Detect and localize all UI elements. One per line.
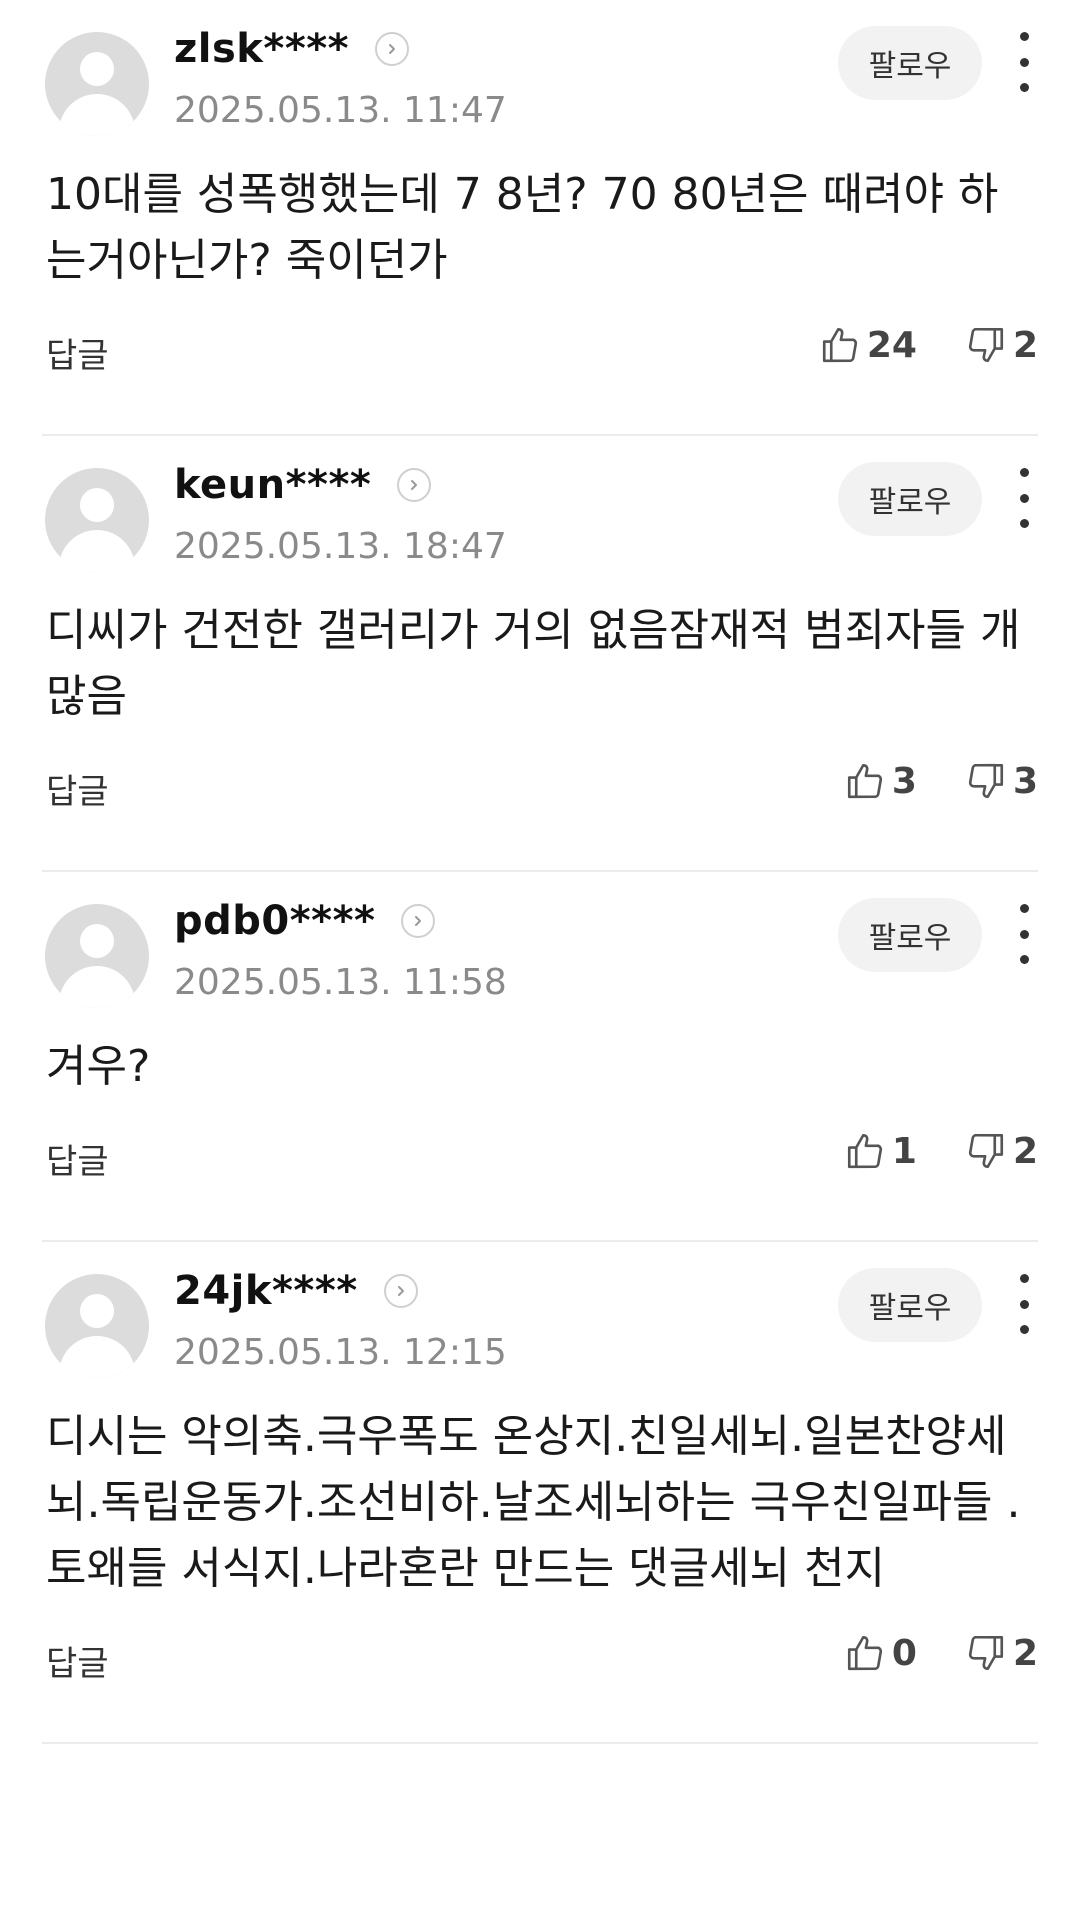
avatar-head-shape <box>80 924 114 958</box>
vote-group: 3 3 <box>796 760 1038 802</box>
like-button[interactable]: 24 <box>819 324 917 366</box>
avatar[interactable] <box>45 32 149 136</box>
avatar-body-shape <box>59 966 135 1008</box>
comment-text: 디씨가 건전한 갤러리가 거의 없음잠재적 범죄자들 개많음 <box>46 605 1021 722</box>
thumbs-up-icon <box>847 1635 882 1671</box>
comment-footer: 답글 3 3 <box>42 730 1038 870</box>
vote-group: 0 2 <box>796 1632 1038 1674</box>
comment-header: pdb0**** 2025.05.13. 11:58 팔로우 <box>42 872 1038 1022</box>
comment-text: 디시는 악의축.극우폭도 온상지.친일세뇌.일본찬양세뇌.독립운동가.조선비하.… <box>46 1411 1021 1594</box>
thumbs-up-icon <box>822 327 857 363</box>
chevron-right-icon[interactable] <box>397 468 432 502</box>
avatar-body-shape <box>59 530 135 572</box>
dislike-button[interactable]: 2 <box>965 324 1038 366</box>
like-button[interactable]: 1 <box>844 1130 917 1172</box>
comment-header: keun**** 2025.05.13. 18:47 팔로우 <box>42 436 1038 586</box>
avatar-head-shape <box>80 52 114 86</box>
comment-item: pdb0**** 2025.05.13. 11:58 팔로우 겨우? 답글 1 <box>42 872 1038 1242</box>
avatar-head-shape <box>80 488 114 522</box>
reply-button[interactable]: 답글 <box>46 1636 109 1685</box>
thumbs-up-icon <box>847 763 882 799</box>
like-count: 24 <box>866 324 917 366</box>
follow-button[interactable]: 팔로우 <box>838 462 982 536</box>
reply-button[interactable]: 답글 <box>46 1134 109 1183</box>
avatar[interactable] <box>45 1274 149 1378</box>
comment-text: 겨우? <box>46 1041 151 1092</box>
chevron-right-icon[interactable] <box>383 1274 418 1308</box>
comment-item: keun**** 2025.05.13. 18:47 팔로우 디씨가 건전한 갤… <box>42 436 1038 872</box>
comment-footer: 답글 1 2 <box>42 1100 1038 1240</box>
avatar-head-shape <box>80 1294 114 1328</box>
nickname[interactable]: keun**** <box>174 462 371 508</box>
comment-date: 2025.05.13. 12:15 <box>174 1332 507 1373</box>
comment-date: 2025.05.13. 11:47 <box>174 90 507 131</box>
dislike-count: 2 <box>1012 1632 1038 1674</box>
thumbs-down-icon <box>968 1635 1003 1671</box>
comment-footer: 답글 24 2 <box>42 294 1038 434</box>
thumbs-down-icon <box>968 327 1003 363</box>
reply-button[interactable]: 답글 <box>46 764 109 813</box>
nickname[interactable]: pdb0**** <box>174 898 375 944</box>
more-options-icon[interactable] <box>1010 468 1038 528</box>
like-count: 0 <box>891 1632 917 1674</box>
comment-header: zlsk**** 2025.05.13. 11:47 팔로우 <box>42 0 1038 150</box>
nickname[interactable]: zlsk**** <box>174 26 349 72</box>
dislike-button[interactable]: 2 <box>965 1632 1038 1674</box>
comment-header: 24jk**** 2025.05.13. 12:15 팔로우 <box>42 1242 1038 1392</box>
more-options-icon[interactable] <box>1010 904 1038 964</box>
dislike-count: 2 <box>1012 324 1038 366</box>
comment-date: 2025.05.13. 18:47 <box>174 526 507 567</box>
reply-button[interactable]: 답글 <box>46 328 109 377</box>
like-count: 1 <box>891 1130 917 1172</box>
follow-button[interactable]: 팔로우 <box>838 898 982 972</box>
nickname-row: zlsk**** <box>174 24 410 74</box>
chevron-right-icon[interactable] <box>401 904 436 938</box>
avatar[interactable] <box>45 904 149 1008</box>
vote-group: 24 2 <box>771 324 1038 366</box>
dislike-count: 2 <box>1012 1130 1038 1172</box>
chevron-right-icon[interactable] <box>375 32 410 66</box>
comment-item: 24jk**** 2025.05.13. 12:15 팔로우 디시는 악의축.극… <box>42 1242 1038 1744</box>
comment-footer: 답글 0 2 <box>42 1602 1038 1742</box>
more-options-icon[interactable] <box>1010 1274 1038 1334</box>
follow-button[interactable]: 팔로우 <box>838 1268 982 1342</box>
nickname-row: pdb0**** <box>174 896 436 946</box>
avatar-body-shape <box>59 1336 135 1378</box>
dislike-button[interactable]: 3 <box>965 760 1038 802</box>
dislike-count: 3 <box>1012 760 1038 802</box>
more-options-icon[interactable] <box>1010 32 1038 92</box>
comment-text: 10대를 성폭행했는데 7 8년? 70 80년은 때려야 하는거아닌가? 죽이… <box>46 169 999 286</box>
thumbs-down-icon <box>968 763 1003 799</box>
nickname-row: 24jk**** <box>174 1266 418 1316</box>
comment-item: zlsk**** 2025.05.13. 11:47 팔로우 10대를 성폭행했… <box>42 0 1038 436</box>
comment-list: zlsk**** 2025.05.13. 11:47 팔로우 10대를 성폭행했… <box>0 0 1080 1744</box>
avatar[interactable] <box>45 468 149 572</box>
like-button[interactable]: 3 <box>844 760 917 802</box>
thumbs-up-icon <box>847 1133 882 1169</box>
vote-group: 1 2 <box>796 1130 1038 1172</box>
thumbs-down-icon <box>968 1133 1003 1169</box>
like-count: 3 <box>891 760 917 802</box>
follow-button[interactable]: 팔로우 <box>838 26 982 100</box>
nickname[interactable]: 24jk**** <box>174 1268 358 1314</box>
avatar-body-shape <box>59 94 135 136</box>
like-button[interactable]: 0 <box>844 1632 917 1674</box>
comment-date: 2025.05.13. 11:58 <box>174 962 507 1003</box>
nickname-row: keun**** <box>174 460 432 510</box>
dislike-button[interactable]: 2 <box>965 1130 1038 1172</box>
